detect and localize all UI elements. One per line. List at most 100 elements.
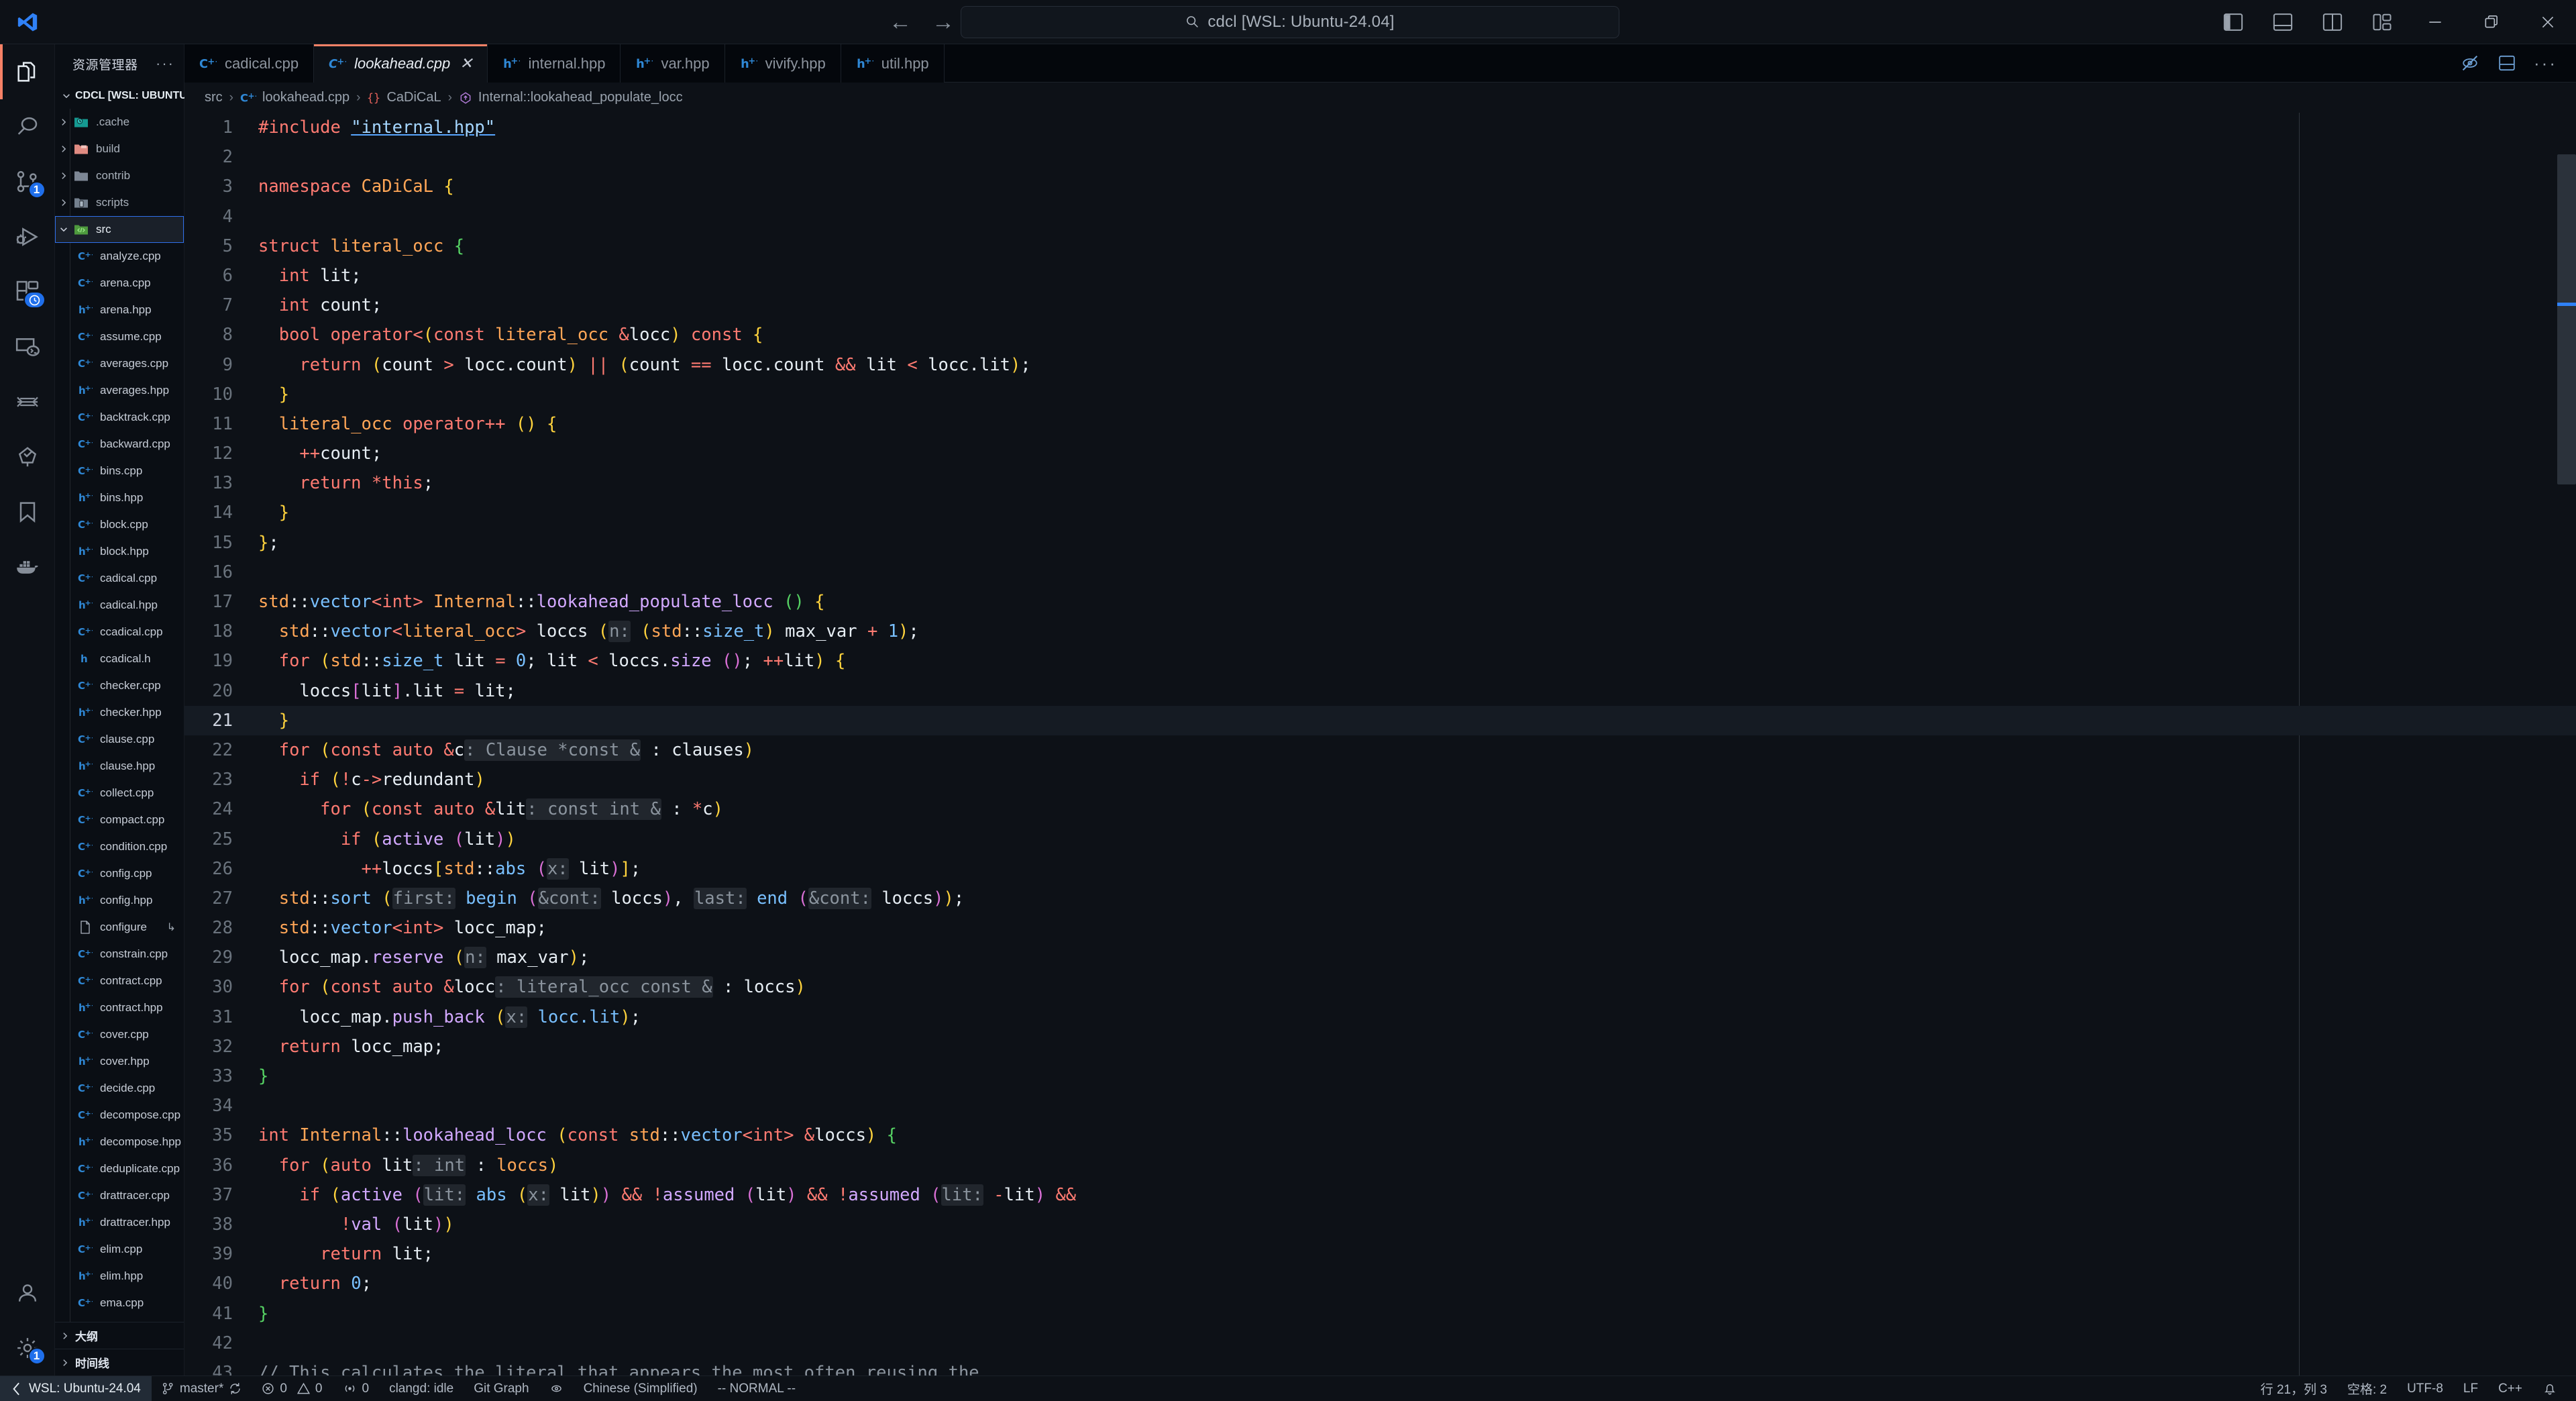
sidebar-item-search[interactable] [0,99,55,154]
sidebar-item-testing[interactable] [0,374,55,429]
code-line-30[interactable]: 30 for (const auto &locc: literal_occ co… [184,972,2576,1002]
sidebar-item-bookmarks[interactable] [0,484,55,539]
close-button[interactable] [2520,0,2576,44]
tree-item-bins-hpp[interactable]: h++ bins.hpp [55,484,184,511]
back-arrow-icon[interactable]: ← [889,11,912,34]
tree-item-block-cpp[interactable]: C++ block.cpp [55,511,184,538]
code-line-15[interactable]: 15}; [184,528,2576,558]
restore-button[interactable] [2463,0,2520,44]
code-line-6[interactable]: 6 int lit; [184,261,2576,291]
tree-item-backward-cpp[interactable]: C++ backward.cpp [55,431,184,458]
tree-item-arena-cpp[interactable]: C++ arena.cpp [55,270,184,297]
breadcrumb-item-src[interactable]: src [205,90,223,105]
tab-internal-hpp[interactable]: h++ internal.hpp [488,44,621,83]
code-line-10[interactable]: 10 } [184,380,2576,409]
code-line-9[interactable]: 9 return (count > locc.count) || (count … [184,350,2576,380]
tree-item--cache[interactable]: .cache [55,109,184,136]
status-encoding[interactable]: UTF-8 [2397,1376,2453,1401]
code-line-38[interactable]: 38 !val (lit)) [184,1210,2576,1239]
chevron-right-icon[interactable] [55,144,72,154]
tree-item-elim-cpp[interactable]: C++ elim.cpp [55,1236,184,1263]
toggle-panel-button[interactable] [2258,0,2308,44]
code-line-40[interactable]: 40 return 0; [184,1269,2576,1298]
tree-item-build[interactable]: build [55,136,184,162]
sidebar-item-remote-explorer[interactable] [0,319,55,374]
explorer-more-actions-icon[interactable]: ··· [156,56,174,71]
code-line-35[interactable]: 35 int Internal::lookahead_locc (const st… [184,1121,2576,1150]
customize-layout-button[interactable] [2357,0,2407,44]
tree-item-contrib[interactable]: contrib [55,162,184,189]
tree-item-assume-cpp[interactable]: C++ assume.cpp [55,323,184,350]
sidebar-item-source-control[interactable]: 1 [0,154,55,209]
tab-close-icon[interactable]: ✕ [460,54,472,72]
tree-item-decompose-hpp[interactable]: h++ decompose.hpp [55,1129,184,1155]
toggle-primary-sidebar-button[interactable] [2208,0,2258,44]
code-line-20[interactable]: 20 loccs[lit].lit = lit; [184,676,2576,706]
tab-var-hpp[interactable]: h++ var.hpp [621,44,725,83]
chevron-right-icon[interactable] [55,171,72,180]
tree-item-drattracer-cpp[interactable]: C++ drattracer.cpp [55,1182,184,1209]
chevron-right-icon[interactable] [60,1331,70,1341]
sidebar-section-outline[interactable]: 大纲 [55,1322,184,1349]
status-notifications[interactable] [2532,1376,2576,1401]
code-line-22[interactable]: 22 for (const auto &c: Clause *const & :… [184,735,2576,765]
tree-item-analyze-cpp[interactable]: C++ analyze.cpp [55,243,184,270]
minimize-button[interactable] [2407,0,2463,44]
tree-item-backtrack-cpp[interactable]: C++ backtrack.cpp [55,404,184,431]
navigation-arrows[interactable]: ← → [889,11,955,34]
code-editor[interactable]: 1 #include "internal.hpp" 2 3 namespace CaDi… [184,113,2576,1376]
tree-item-deduplicate-cpp[interactable]: C++ deduplicate.cpp [55,1155,184,1182]
tree-item-ema-hpp[interactable]: h++ema.hpp [55,1316,184,1322]
tree-item-elim-hpp[interactable]: h++ elim.hpp [55,1263,184,1290]
code-line-19[interactable]: 19 for (std::size_t lit = 0; lit < loccs… [184,646,2576,676]
tree-item-block-hpp[interactable]: h++ block.hpp [55,538,184,565]
code-line-32[interactable]: 32 return locc_map; [184,1032,2576,1061]
code-line-28[interactable]: 28 std::vector<int> locc_map; [184,913,2576,943]
tree-item-cadical-cpp[interactable]: C++ cadical.cpp [55,565,184,592]
chevron-right-icon[interactable] [55,198,72,207]
toggle-secondary-sidebar-button[interactable] [2308,0,2357,44]
code-line-12[interactable]: 12 ++count; [184,439,2576,468]
status-input-method[interactable]: Chinese (Simplified) [574,1376,708,1401]
status-branch[interactable]: master* [152,1376,252,1401]
code-line-1[interactable]: 1 #include "internal.hpp" [184,113,2576,142]
code-line-23[interactable]: 23 if (!c->redundant) [184,765,2576,794]
code-line-3[interactable]: 3 namespace CaDiCaL { [184,172,2576,201]
tree-item-config-hpp[interactable]: h++ config.hpp [55,887,184,914]
code-line-7[interactable]: 7 int count; [184,291,2576,320]
code-line-31[interactable]: 31 locc_map.push_back (x: locc.lit); [184,1002,2576,1032]
code-line-5[interactable]: 5 struct literal_occ { [184,231,2576,261]
tree-item-contract-cpp[interactable]: C++ contract.cpp [55,968,184,994]
hide-inlay-hints-icon[interactable] [2460,54,2480,72]
status-remote-indicator[interactable]: WSL: Ubuntu-24.04 [0,1376,152,1401]
code-line-17[interactable]: 17 std::vector<int> Internal::lookahead_p… [184,587,2576,617]
status-language-mode[interactable]: C++ [2488,1376,2532,1401]
breadcrumb[interactable]: src › C++ lookahead.cpp › {} CaDiCaL › Internal:… [184,83,2576,113]
tree-item-checker-cpp[interactable]: C++ checker.cpp [55,672,184,699]
tree-item-bins-cpp[interactable]: C++ bins.cpp [55,458,184,484]
code-content[interactable]: 1 #include "internal.hpp" 2 3 namespace CaDi… [184,113,2576,1376]
tree-item-drattracer-hpp[interactable]: h++ drattracer.hpp [55,1209,184,1236]
code-line-13[interactable]: 13 return *this; [184,468,2576,498]
code-line-24[interactable]: 24 for (const auto &lit: const int & : *… [184,794,2576,824]
chevron-right-icon[interactable] [55,117,72,127]
tab-lookahead-cpp[interactable]: C++ lookahead.cpp ✕ [314,44,488,83]
breadcrumb-item-Internal--lookahead_populate_locc[interactable]: Internal::lookahead_populate_locc [459,90,683,105]
code-line-37[interactable]: 37 if (active (lit: abs (x: lit)) && !as… [184,1180,2576,1210]
code-line-29[interactable]: 29 locc_map.reserve (n: max_var); [184,943,2576,972]
code-line-43[interactable]: 43 // This calculates the literal that ap… [184,1358,2576,1376]
tree-item-configure[interactable]: configure ↳ [55,914,184,941]
status-cursor-position[interactable]: 行 21，列 3 [2251,1376,2337,1401]
tree-item-cover-cpp[interactable]: C++ cover.cpp [55,1021,184,1048]
code-line-18[interactable]: 18 std::vector<literal_occ> loccs (n: (s… [184,617,2576,646]
tree-item-arena-hpp[interactable]: h++ arena.hpp [55,297,184,323]
sidebar-item-run-and-debug[interactable] [0,209,55,264]
tree-item-src[interactable]: src [55,216,184,243]
sidebar-item-docker[interactable] [0,539,55,594]
code-line-39[interactable]: 39 return lit; [184,1239,2576,1269]
tree-item-config-cpp[interactable]: C++ config.cpp [55,860,184,887]
tree-item-scripts[interactable]: scripts [55,189,184,216]
more-actions-icon[interactable]: ··· [2534,54,2557,72]
split-editor-down-icon[interactable] [2498,54,2516,72]
accounts-button[interactable] [0,1265,55,1320]
